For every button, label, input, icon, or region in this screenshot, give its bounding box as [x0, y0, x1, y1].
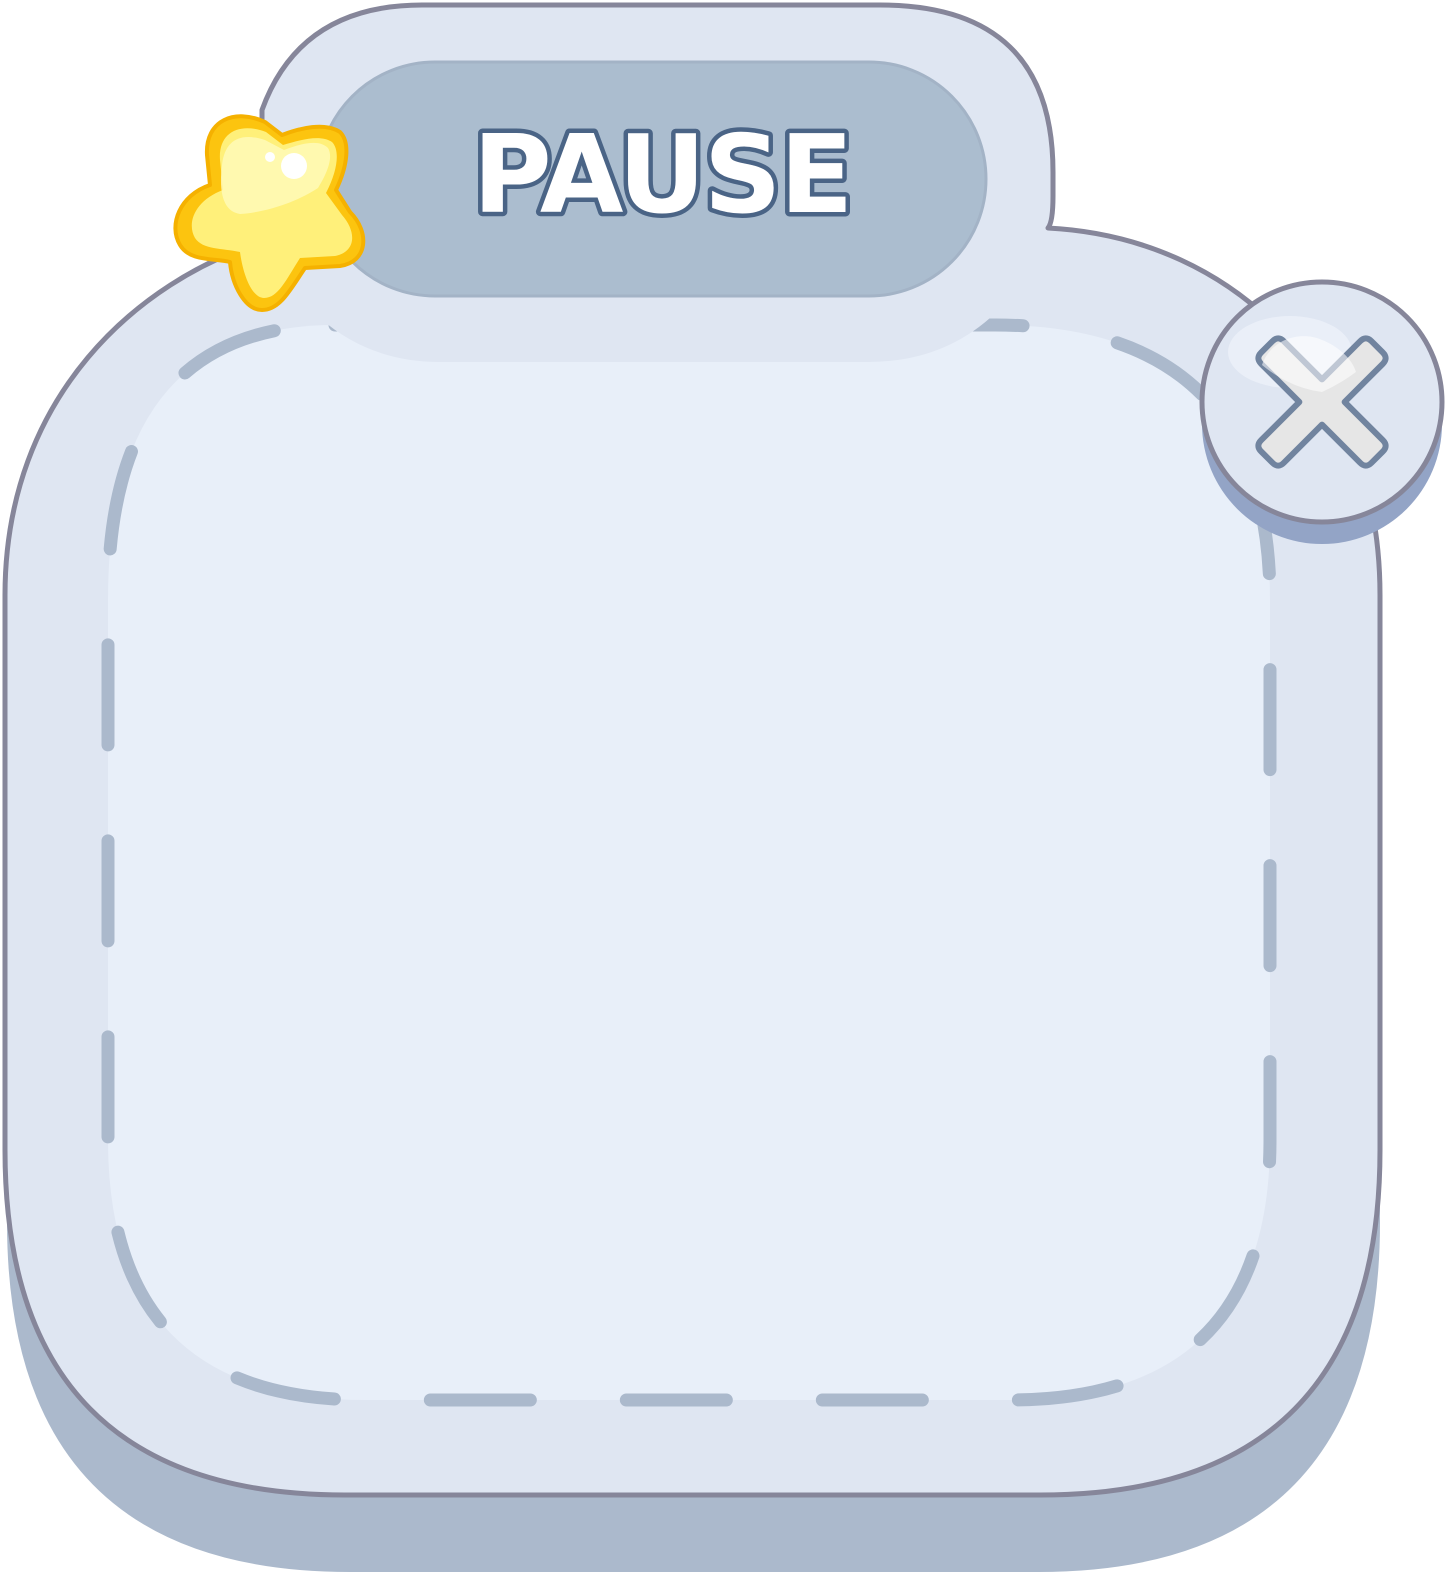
title-tab-base [320, 318, 990, 362]
close-button[interactable] [1205, 282, 1449, 526]
pause-panel: PAUSE [2, 2, 1445, 1572]
panel-inner [108, 325, 1270, 1400]
pause-dialog: PAUSE [0, 0, 1454, 1580]
dialog-title: PAUSE [473, 113, 852, 238]
